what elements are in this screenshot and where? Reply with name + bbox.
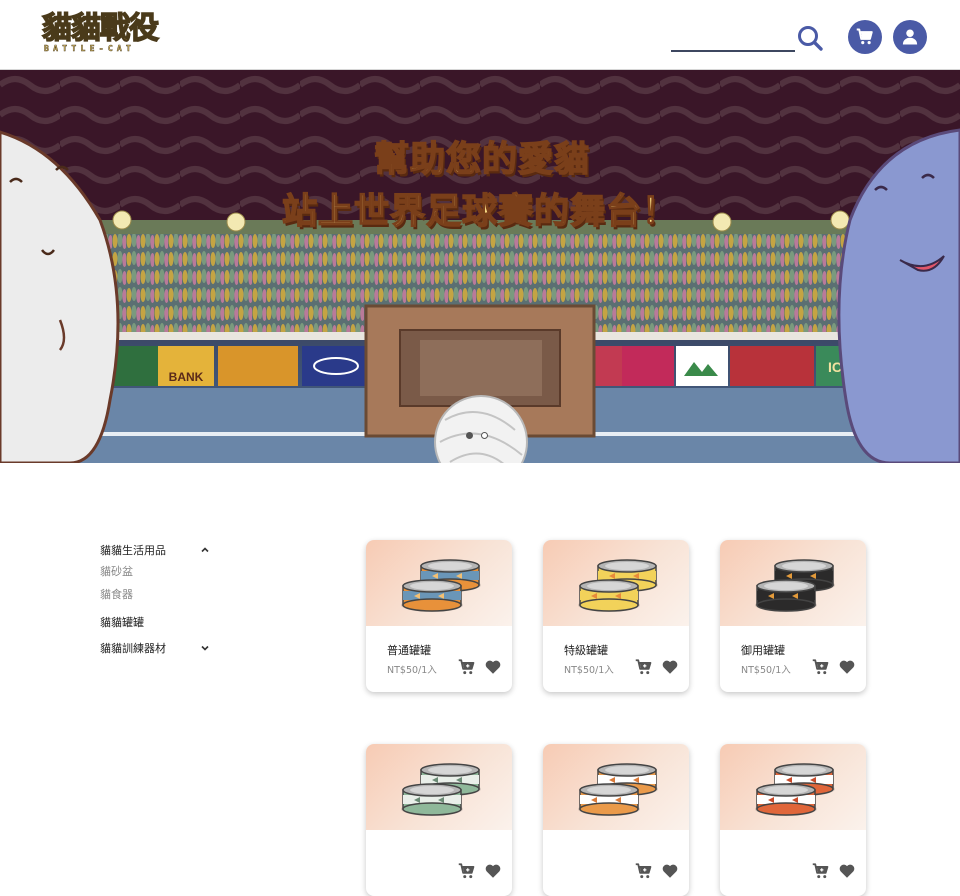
subcategory-food-bowl[interactable]: 貓食器 — [100, 583, 210, 606]
add-to-cart-button[interactable] — [812, 658, 830, 676]
heart-icon — [839, 864, 855, 878]
product-card[interactable] — [366, 744, 512, 896]
favorite-button[interactable] — [484, 658, 502, 676]
search-field[interactable] — [671, 24, 795, 52]
product-name: 御用罐罐 — [741, 644, 785, 657]
carousel-dots — [466, 432, 488, 439]
product-name: 普通罐罐 — [387, 644, 431, 657]
add-cart-icon — [458, 659, 475, 675]
product-card[interactable]: 普通罐罐 NT$50/1入 — [366, 540, 512, 692]
subcategory-litter-box[interactable]: 貓砂盆 — [100, 560, 210, 583]
banner-headline: 幫助您的愛貓 站上世界足球賽的舞台！ — [0, 134, 960, 238]
carousel-dot-2[interactable] — [481, 432, 488, 439]
heart-icon — [485, 660, 501, 674]
product-card[interactable] — [543, 744, 689, 896]
user-icon — [902, 29, 918, 45]
category-cat-cans[interactable]: 貓貓罐罐 — [100, 612, 210, 632]
product-name: 特級罐罐 — [564, 644, 608, 657]
heart-icon — [839, 660, 855, 674]
add-cart-icon — [812, 863, 829, 879]
product-card[interactable] — [720, 744, 866, 896]
product-image[interactable] — [543, 744, 689, 830]
product-image[interactable] — [720, 744, 866, 830]
add-cart-icon — [635, 659, 652, 675]
cat-food-can-illustration — [401, 559, 481, 612]
product-image[interactable] — [720, 540, 866, 626]
logo-subtitle: BATTLE-CAT — [44, 44, 136, 54]
cat-food-can-illustration — [755, 763, 835, 816]
category-label: 貓貓罐罐 — [100, 616, 144, 629]
add-to-cart-button[interactable] — [635, 862, 653, 880]
favorite-button[interactable] — [838, 862, 856, 880]
user-button[interactable] — [893, 20, 927, 54]
svg-text:BANK: BANK — [169, 370, 204, 384]
stadium-illustration: BANK IC — [0, 70, 960, 463]
product-image[interactable] — [543, 540, 689, 626]
heart-icon — [662, 864, 678, 878]
category-cat-training[interactable]: 貓貓訓練器材 — [100, 638, 210, 658]
category-sidebar: 貓貓生活用品 貓砂盆 貓食器 貓貓罐罐 貓貓訓練器材 — [100, 540, 210, 658]
cat-food-can-illustration — [755, 559, 835, 612]
banner-line-1: 幫助您的愛貓 — [373, 139, 590, 181]
heart-icon — [485, 864, 501, 878]
search-input[interactable] — [671, 24, 795, 50]
cart-icon — [856, 28, 873, 45]
product-price: NT$50/1入 — [564, 665, 614, 676]
product-card[interactable]: 特級罐罐 NT$50/1入 — [543, 540, 689, 692]
favorite-button[interactable] — [661, 658, 679, 676]
favorite-button[interactable] — [661, 862, 679, 880]
hero-banner: BANK IC 幫助您的愛貓 站上世界足球賽的舞台！ — [0, 70, 960, 463]
product-image[interactable] — [366, 744, 512, 830]
add-to-cart-button[interactable] — [812, 862, 830, 880]
cat-food-can-illustration — [578, 763, 658, 816]
search-button[interactable] — [796, 24, 824, 52]
product-price: NT$50/1入 — [741, 665, 791, 676]
product-image[interactable] — [366, 540, 512, 626]
product-price: NT$50/1入 — [387, 665, 437, 676]
category-cat-supplies[interactable]: 貓貓生活用品 — [100, 540, 210, 560]
banner-line-2: 站上世界足球賽的舞台！ — [281, 191, 678, 233]
chevron-down-icon — [201, 645, 209, 651]
chevron-up-icon — [201, 547, 209, 553]
logo-title: 貓貓戰役 — [41, 11, 159, 46]
site-header: 貓貓戰役 BATTLE-CAT — [0, 0, 960, 70]
add-to-cart-button[interactable] — [635, 658, 653, 676]
cat-food-can-illustration — [578, 559, 658, 612]
carousel-dot-1[interactable] — [466, 432, 473, 439]
favorite-button[interactable] — [838, 658, 856, 676]
category-label: 貓貓生活用品 — [100, 544, 166, 557]
add-cart-icon — [812, 659, 829, 675]
category-label: 貓貓訓練器材 — [100, 642, 166, 655]
heart-icon — [662, 660, 678, 674]
add-cart-icon — [458, 863, 475, 879]
cat-food-can-illustration — [401, 763, 481, 816]
cart-button[interactable] — [848, 20, 882, 54]
add-cart-icon — [635, 863, 652, 879]
search-icon — [798, 26, 823, 51]
favorite-button[interactable] — [484, 862, 502, 880]
logo[interactable]: 貓貓戰役 BATTLE-CAT — [41, 11, 164, 56]
add-to-cart-button[interactable] — [458, 862, 476, 880]
product-card[interactable]: 御用罐罐 NT$50/1入 — [720, 540, 866, 692]
add-to-cart-button[interactable] — [458, 658, 476, 676]
